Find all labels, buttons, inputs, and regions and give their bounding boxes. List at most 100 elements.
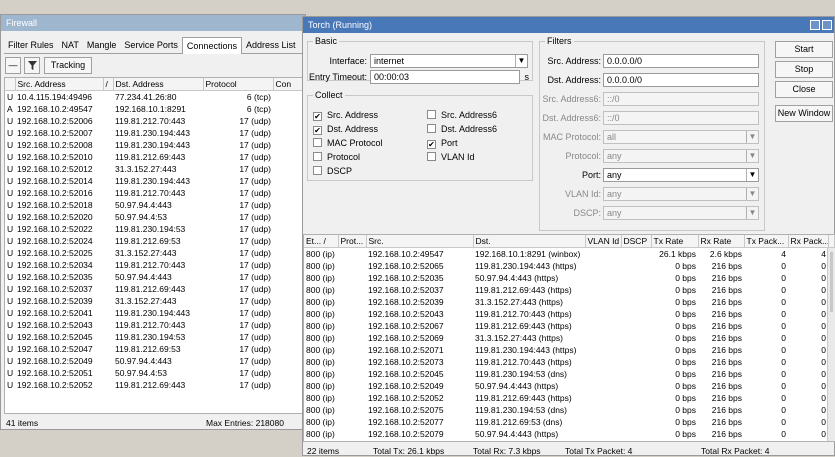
table-row[interactable]: 800 (ip) 192.168.10.2:52073 119.81.212.70:… [304,356,835,368]
column-header[interactable]: Et... / [304,235,339,248]
table-row[interactable]: 800 (ip) 192.168.10.2:52065 119.81.230.194… [304,260,835,272]
column-header[interactable] [5,78,16,91]
table-row[interactable]: A 192.168.10.2:49547 192.168.10.1:8291 6 (t… [5,103,303,115]
collect-src-address6-checkbox[interactable]: Src. Address6 [427,109,497,121]
table-row[interactable]: U 192.168.10.2:52006 119.81.212.70:443 17 (… [5,115,303,127]
column-header[interactable]: Prot... [338,235,367,248]
column-header[interactable]: Dst. Address [113,78,204,91]
table-row[interactable]: 800 (ip) 192.168.10.2:52075 119.81.230.194… [304,404,835,416]
table-row[interactable]: 800 (ip) 192.168.10.2:52052 119.81.212.69:… [304,392,835,404]
table-row[interactable]: 800 (ip) 192.168.10.2:52077 119.81.212.69:… [304,416,835,428]
table-row[interactable]: 800 (ip) 192.168.10.2:52069 31.3.152.27:44… [304,332,835,344]
remove-button[interactable]: — [5,57,21,74]
column-header[interactable]: Rx Rate [698,235,745,248]
table-row[interactable]: U 192.168.10.2:52020 50.97.94.4:53 17 (udp) [5,211,303,223]
column-header[interactable]: VLAN Id [585,235,622,248]
collect-dst-address-checkbox[interactable]: ✔ Dst. Address [313,123,378,135]
checkbox-icon[interactable] [427,124,436,133]
filter-button[interactable] [24,57,40,74]
checkmark-icon[interactable]: ✔ [427,140,436,149]
table-row[interactable]: 800 (ip) 192.168.10.2:52045 119.81.230.194… [304,368,835,380]
table-row[interactable]: U 192.168.10.2:52041 119.81.230.194:443 17 … [5,307,303,319]
table-row[interactable]: 800 (ip) 192.168.10.2:52071 119.81.230.194… [304,344,835,356]
table-row[interactable]: U 192.168.10.2:52037 119.81.212.69:443 17 (… [5,283,303,295]
tab-mangle[interactable]: Mangle [83,37,121,53]
table-row[interactable]: U 192.168.10.2:52049 50.97.94.4:443 17 (udp… [5,355,303,367]
collect-protocol-checkbox[interactable]: Protocol [313,151,360,163]
close-button[interactable]: Close [775,81,833,98]
chevron-down-icon[interactable]: ▼ [746,207,758,219]
start-button[interactable]: Start [775,41,833,58]
filter-mac-protocol-input[interactable]: all ▼ [603,130,759,144]
table-row[interactable]: U 192.168.10.2:52022 119.81.230.194:53 17 (… [5,223,303,235]
table-row[interactable]: U 192.168.10.2:52007 119.81.230.194:443 17 … [5,127,303,139]
column-header[interactable]: Rx Pack... [788,235,829,248]
filter-vlan-id-input[interactable]: any ▼ [603,187,759,201]
column-header[interactable]: / [103,78,114,91]
tracking-button[interactable]: Tracking [44,57,92,74]
entry-timeout-input[interactable]: 00:00:03 [370,70,520,84]
table-row[interactable]: U 192.168.10.2:52043 119.81.212.70:443 17 (… [5,319,303,331]
table-row[interactable]: 800 (ip) 192.168.10.2:52039 31.3.152.27:44… [304,296,835,308]
maximize-button[interactable] [810,20,820,30]
collect-port-checkbox[interactable]: ✔ Port [427,137,458,149]
chevron-down-icon[interactable]: ▼ [746,188,758,200]
chevron-down-icon[interactable]: ▼ [746,131,758,143]
interface-select[interactable]: internet ▼ [370,54,528,68]
tab-connections[interactable]: Connections [181,37,242,54]
new-window-button[interactable]: New Window [775,105,833,122]
stop-button[interactable]: Stop [775,61,833,78]
table-row[interactable]: U 192.168.10.2:52014 119.81.230.194:443 17 … [5,175,303,187]
collect-vlan-id-checkbox[interactable]: VLAN Id [427,151,475,163]
collect-dst-address6-checkbox[interactable]: Dst. Address6 [427,123,497,135]
column-header[interactable]: Src. [366,235,474,248]
table-row[interactable]: 800 (ip) 192.168.10.2:52035 50.97.94.4:443… [304,272,835,284]
checkbox-icon[interactable] [427,110,436,119]
checkbox-icon[interactable] [313,138,322,147]
table-row[interactable]: U 192.168.10.2:52018 50.97.94.4:443 17 (udp… [5,199,303,211]
table-row[interactable]: U 192.168.10.2:52052 119.81.212.69:443 17 (… [5,379,303,391]
filter-dscp-input[interactable]: any ▼ [603,206,759,220]
tab-address-list[interactable]: Address List [242,37,300,53]
tab-filter-rules[interactable]: Filter Rules [4,37,58,53]
table-row[interactable]: U 10.4.115.194:49496 77.234.41.26:80 6 (tcp… [5,90,303,103]
column-header[interactable]: Protocol [203,78,274,91]
close-window-button[interactable] [822,20,832,30]
column-header[interactable]: Src. Address [15,78,104,91]
checkbox-icon[interactable] [313,152,322,161]
checkbox-icon[interactable] [313,166,322,175]
table-row[interactable]: 800 (ip) 192.168.10.2:52049 50.97.94.4:443… [304,380,835,392]
table-row[interactable]: U 192.168.10.2:52008 119.81.230.194:443 17 … [5,139,303,151]
chevron-down-icon[interactable]: ▼ [515,55,527,67]
table-row[interactable]: U 192.168.10.2:52016 119.81.212.70:443 17 (… [5,187,303,199]
filter-dst-address6-input[interactable]: ::/0 [603,111,759,125]
torch-scrollbar[interactable] [827,248,835,441]
table-row[interactable]: U 192.168.10.2:52051 50.97.94.4:53 17 (udp) [5,367,303,379]
filter-protocol-input[interactable]: any ▼ [603,149,759,163]
table-row[interactable]: U 192.168.10.2:52025 31.3.152.27:443 17 (ud… [5,247,303,259]
checkmark-icon[interactable]: ✔ [313,126,322,135]
column-header[interactable]: Con [273,78,303,91]
collect-src-address-checkbox[interactable]: ✔ Src. Address [313,109,378,121]
collect-dscp-checkbox[interactable]: DSCP [313,165,352,177]
table-row[interactable]: U 192.168.10.2:52047 119.81.212.69:53 17 (u… [5,343,303,355]
column-header[interactable]: Tx Pack... [744,235,789,248]
table-row[interactable]: U 192.168.10.2:52012 31.3.152.27:443 17 (ud… [5,163,303,175]
filter-port-input[interactable]: any ▼ [603,168,759,182]
collect-mac-protocol-checkbox[interactable]: MAC Protocol [313,137,383,149]
table-row[interactable]: U 192.168.10.2:52045 119.81.230.194:53 17 (… [5,331,303,343]
chevron-down-icon[interactable]: ▼ [746,169,758,181]
table-row[interactable]: U 192.168.10.2:52010 119.81.212.69:443 17 (… [5,151,303,163]
filter-src-address6-input[interactable]: ::/0 [603,92,759,106]
table-row[interactable]: U 192.168.10.2:52035 50.97.94.4:443 17 (udp… [5,271,303,283]
filter-src-address-input[interactable]: 0.0.0.0/0 [603,54,759,68]
tab-service-ports[interactable]: Service Ports [120,37,182,53]
table-row[interactable]: 800 (ip) 192.168.10.2:52043 119.81.212.70:… [304,308,835,320]
checkmark-icon[interactable]: ✔ [313,112,322,121]
column-header[interactable]: Dst. [473,235,586,248]
filter-dst-address-input[interactable]: 0.0.0.0/0 [603,73,759,87]
column-header[interactable]: Tx Rate [651,235,699,248]
table-row[interactable]: 800 (ip) 192.168.10.2:52067 119.81.212.69:… [304,320,835,332]
chevron-down-icon[interactable]: ▼ [746,150,758,162]
table-row[interactable]: 800 (ip) 192.168.10.2:52037 119.81.212.69:… [304,284,835,296]
